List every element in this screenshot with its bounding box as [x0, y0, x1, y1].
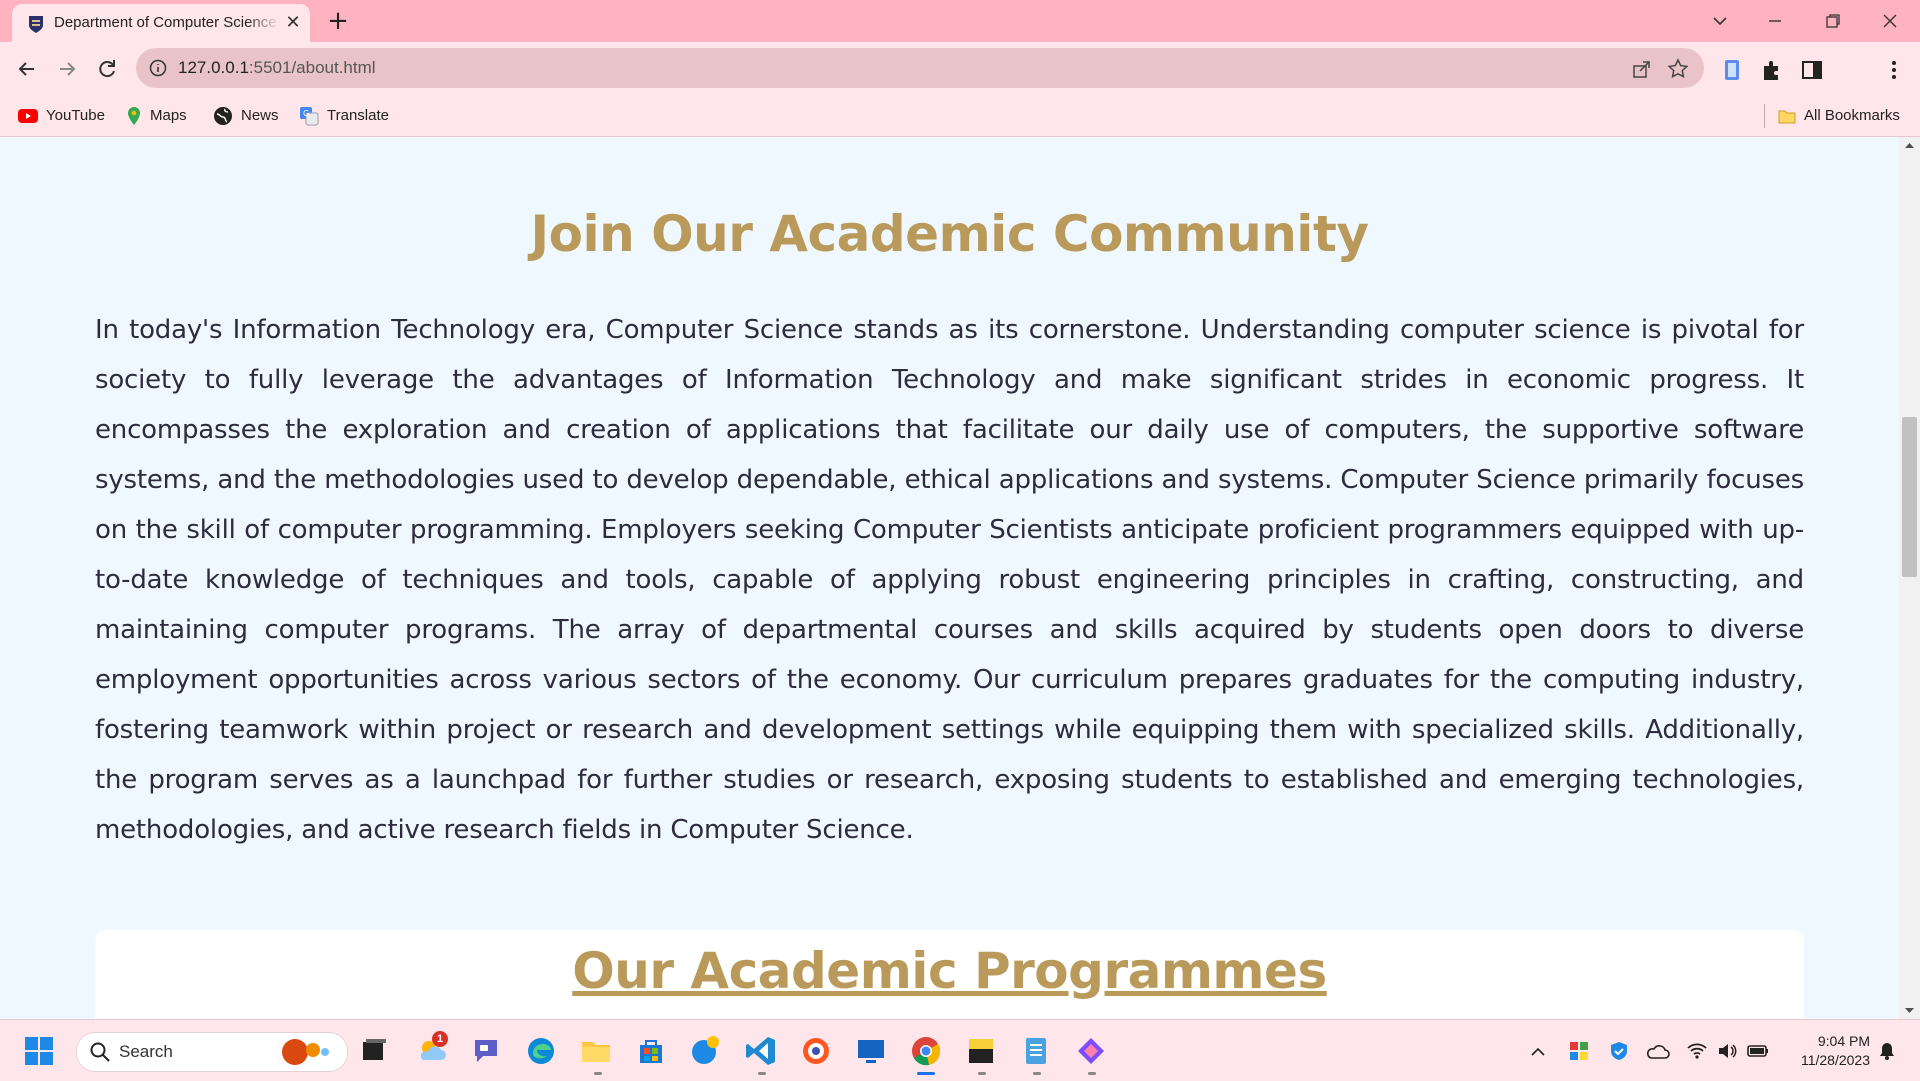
taskbar-search[interactable]: Search [76, 1032, 348, 1072]
close-icon [1883, 14, 1897, 28]
page-scrollbar[interactable] [1899, 137, 1920, 1019]
close-window-button[interactable] [1870, 6, 1910, 36]
system-clock[interactable]: 9:04 PM 11/28/2023 [1780, 1032, 1870, 1070]
running-indicator [594, 1072, 602, 1075]
tips-app-icon[interactable] [689, 1034, 723, 1068]
all-bookmarks-button[interactable]: All Bookmarks [1778, 104, 1900, 128]
folder-icon [1778, 110, 1796, 124]
windows-taskbar: Search 1 9:04 PM 11/28/2023 [0, 1019, 1920, 1081]
notification-badge: 1 [432, 1031, 448, 1047]
share-icon[interactable] [1630, 57, 1654, 81]
bookmark-translate[interactable]: G Translate [299, 104, 389, 128]
bookmarks-bar: YouTube Maps News G Translate All Bookmar… [0, 96, 1920, 137]
sticky-notes-icon[interactable] [964, 1034, 998, 1068]
bookmark-maps[interactable]: Maps [126, 104, 187, 128]
youtube-icon [18, 109, 38, 124]
svg-text:G: G [303, 109, 309, 118]
site-info-icon[interactable] [148, 58, 168, 78]
windows-start-icon[interactable] [22, 1034, 56, 1068]
bookmark-news[interactable]: News [213, 104, 279, 128]
security-shield-icon[interactable] [1608, 1040, 1630, 1062]
running-indicator [978, 1072, 986, 1075]
reload-button[interactable] [92, 54, 122, 84]
app-tray-icon[interactable] [1568, 1040, 1590, 1062]
bookmark-label: Maps [150, 107, 187, 124]
url-path: :5501/about.html [248, 58, 376, 77]
microsoft-store-icon[interactable] [634, 1034, 668, 1068]
forward-button[interactable] [52, 54, 82, 84]
address-bar[interactable]: 127.0.0.1:5501/about.html [136, 48, 1704, 88]
running-indicator [1033, 1072, 1041, 1075]
bookmark-star-icon[interactable] [1666, 57, 1690, 81]
scroll-down-arrow-icon[interactable] [1904, 1007, 1915, 1015]
all-bookmarks-label: All Bookmarks [1804, 107, 1900, 124]
globe-icon [214, 107, 232, 126]
remote-desktop-icon[interactable] [854, 1034, 888, 1068]
bookmark-youtube[interactable]: YouTube [18, 104, 105, 128]
search-icon [90, 1042, 110, 1062]
url-host: 127.0.0.1 [178, 58, 249, 77]
tab-strip: Department of Computer Science ✕ + [0, 0, 1920, 42]
task-view-icon[interactable] [357, 1034, 391, 1068]
page-heading: Join Our Academic Community [530, 205, 1369, 263]
running-indicator [758, 1072, 766, 1075]
clock-time: 9:04 PM [1817, 1033, 1870, 1049]
vscode-icon[interactable] [744, 1034, 778, 1068]
notification-bell-icon[interactable] [1876, 1040, 1898, 1062]
page-viewport: Join Our Academic Community In today's I… [0, 137, 1899, 1019]
bookmark-label: Translate [327, 107, 389, 124]
chat-icon[interactable] [469, 1034, 503, 1068]
reload-icon [99, 60, 115, 78]
onedrive-cloud-icon[interactable] [1646, 1040, 1670, 1062]
maps-pin-icon [128, 107, 140, 126]
wifi-icon[interactable] [1686, 1040, 1708, 1062]
search-highlight-icon [282, 1039, 329, 1065]
chrome-icon[interactable] [909, 1034, 943, 1068]
browser-toolbar: 127.0.0.1:5501/about.html [0, 42, 1920, 125]
restore-button[interactable] [1813, 6, 1853, 36]
extensions-puzzle-icon[interactable] [1758, 56, 1786, 84]
tab-title: Department of Computer Science [54, 14, 277, 31]
running-indicator [1088, 1072, 1096, 1075]
chevron-up-icon[interactable] [1528, 1042, 1548, 1062]
battery-icon[interactable] [1746, 1040, 1770, 1062]
url-text[interactable]: 127.0.0.1:5501/about.html [178, 58, 376, 78]
snipping-tool-icon[interactable] [1074, 1034, 1108, 1068]
volume-icon[interactable] [1716, 1040, 1738, 1062]
notepad-icon[interactable] [1019, 1034, 1053, 1068]
scrollbar-thumb[interactable] [1902, 417, 1917, 577]
about-paragraph: In today's Information Technology era, C… [95, 315, 1804, 845]
programmes-card: Our Academic Programmes [95, 930, 1804, 1019]
quick-assist-icon[interactable] [799, 1034, 833, 1068]
translate-icon: G [300, 107, 319, 126]
arrow-left-icon [18, 62, 34, 76]
minimize-button[interactable] [1755, 6, 1795, 36]
university-crest-icon [29, 16, 43, 33]
menu-kebab-icon[interactable] [1880, 56, 1908, 84]
bookmarks-separator [1764, 104, 1765, 128]
reading-mode-icon[interactable] [1718, 56, 1746, 84]
restore-icon [1826, 14, 1840, 28]
chevron-down-icon [1713, 17, 1727, 26]
browser-tab[interactable]: Department of Computer Science ✕ [12, 4, 310, 42]
edge-browser-icon[interactable] [524, 1034, 558, 1068]
active-indicator [917, 1072, 935, 1075]
file-explorer-icon[interactable] [579, 1034, 613, 1068]
bookmark-label: News [241, 107, 279, 124]
search-placeholder: Search [119, 1042, 173, 1061]
arrow-right-icon [60, 62, 76, 76]
tab-search-button[interactable] [1700, 6, 1740, 36]
tab-close-icon[interactable]: ✕ [282, 12, 304, 34]
programmes-heading[interactable]: Our Academic Programmes [95, 942, 1804, 1000]
bookmark-label: YouTube [46, 107, 105, 124]
new-tab-button[interactable]: + [323, 6, 353, 36]
clock-date: 11/28/2023 [1800, 1052, 1870, 1068]
minimize-icon [1769, 20, 1781, 22]
side-panel-icon[interactable] [1798, 56, 1826, 84]
back-button[interactable] [12, 54, 42, 84]
scroll-up-arrow-icon[interactable] [1904, 141, 1915, 149]
